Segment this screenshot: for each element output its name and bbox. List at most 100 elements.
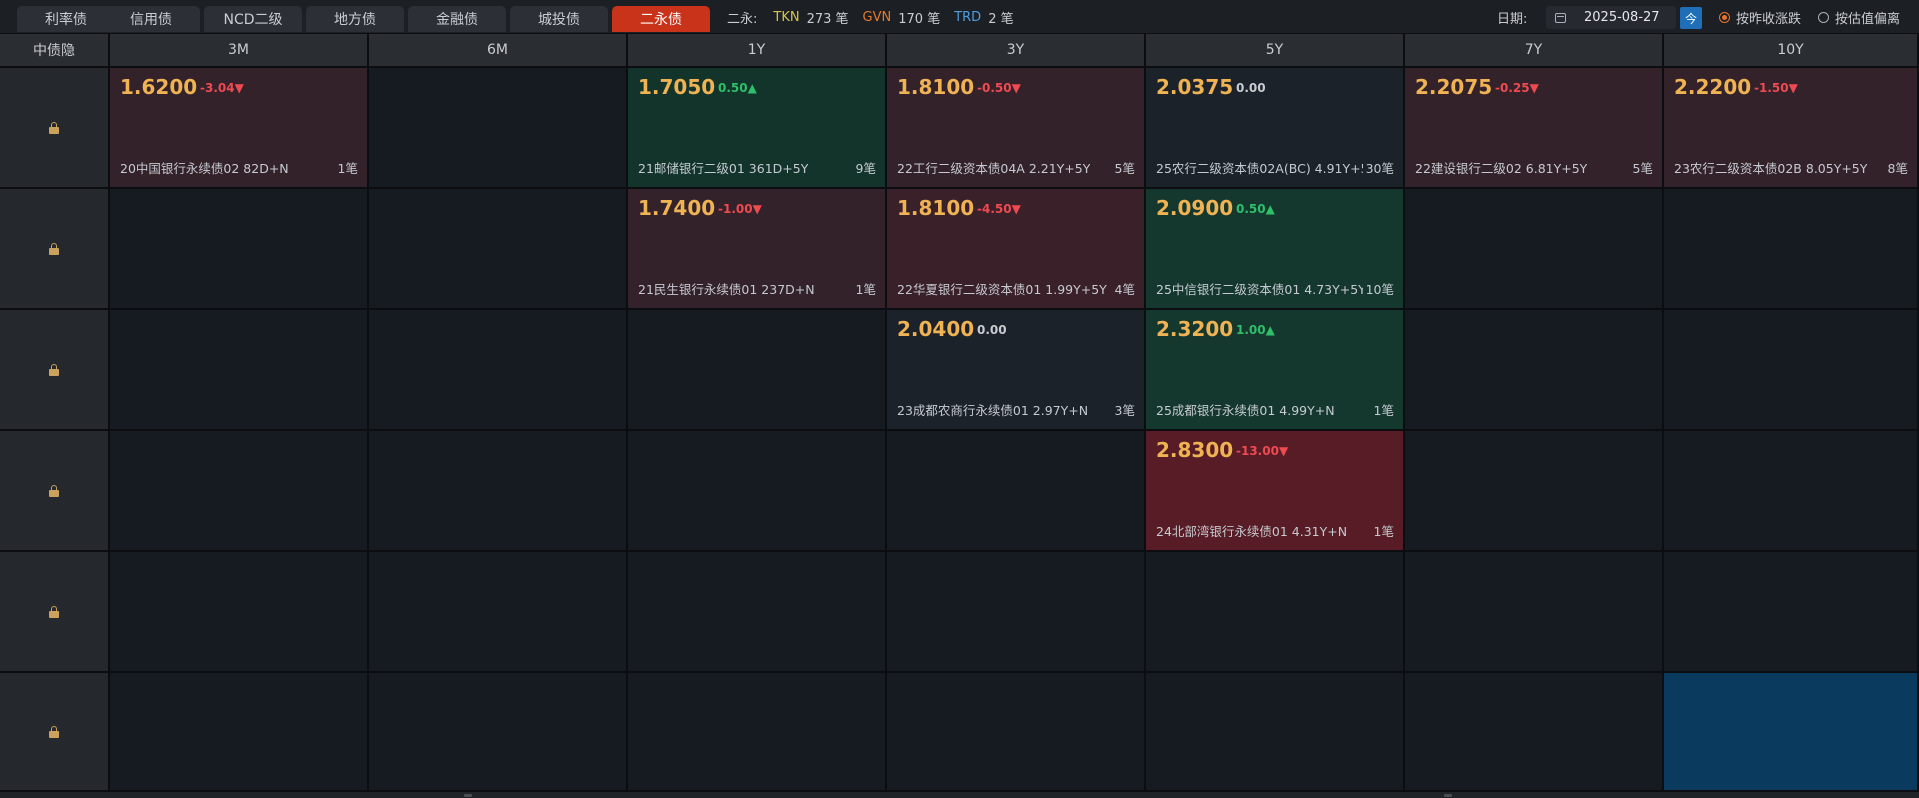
grid-cell[interactable] (1664, 310, 1919, 431)
tab-5[interactable]: 城投债 (510, 6, 608, 32)
lock-icon[interactable] (49, 605, 59, 618)
grid-cell[interactable]: 1.7400 -1.00▼ 21民生银行永续债01 237D+N 1笔 (628, 189, 887, 310)
grid-cell[interactable] (1405, 552, 1664, 673)
grid-cell[interactable] (369, 552, 628, 673)
grid-cell[interactable] (887, 552, 1146, 673)
grid-cell[interactable] (628, 310, 887, 431)
quote-change: -3.04▼ (200, 81, 244, 95)
grid-cell[interactable] (628, 431, 887, 552)
resize-handle[interactable] (1444, 794, 1452, 797)
quote-change: -4.50▼ (977, 202, 1021, 216)
grid-cell[interactable]: 1.8100 -0.50▼ 22工行二级资本债04A 2.21Y+5Y 5笔 (887, 68, 1146, 189)
row-lock-cell[interactable] (0, 310, 110, 431)
grid-cell[interactable] (1146, 673, 1405, 792)
quote-change: 0.00 (1236, 81, 1266, 95)
grid-cell[interactable]: 1.7050 0.50▲ 21邮储银行二级01 361D+5Y 9笔 (628, 68, 887, 189)
quote-price: 2.0400 (897, 317, 975, 341)
quote-change: 1.00▲ (1236, 323, 1275, 337)
grid-cell[interactable] (1664, 431, 1919, 552)
column-header-2[interactable]: 1Y (628, 34, 887, 68)
grid-cell[interactable] (369, 68, 628, 189)
grid-cell[interactable] (1664, 189, 1919, 310)
grid-cell[interactable] (1146, 552, 1405, 673)
grid-cell[interactable] (1405, 189, 1664, 310)
grid-cell[interactable]: 2.3200 1.00▲ 25成都银行永续债01 4.99Y+N 1笔 (1146, 310, 1405, 431)
column-header-1[interactable]: 6M (369, 34, 628, 68)
grid-cell[interactable] (110, 552, 369, 673)
column-header-3[interactable]: 3Y (887, 34, 1146, 68)
quote-price: 2.8300 (1156, 438, 1234, 462)
grid-cell[interactable] (369, 673, 628, 792)
lock-icon[interactable] (49, 242, 59, 255)
row-lock-cell[interactable] (0, 673, 110, 792)
lock-icon[interactable] (49, 363, 59, 376)
stats-code-trd: TRD (954, 9, 982, 25)
grid-cell[interactable] (1405, 310, 1664, 431)
resize-handle[interactable] (464, 794, 472, 797)
sort-option-label[interactable]: 按估值偏离 (1835, 8, 1900, 27)
column-header-6[interactable]: 10Y (1664, 34, 1919, 68)
trade-count: 5笔 (1629, 158, 1653, 177)
column-header-4[interactable]: 5Y (1146, 34, 1405, 68)
grid-cell[interactable] (1664, 552, 1919, 673)
tab-1[interactable]: 信用债 (102, 6, 200, 32)
tab-3[interactable]: 地方债 (306, 6, 404, 32)
grid-cell[interactable] (1405, 673, 1664, 792)
grid-cell[interactable] (110, 189, 369, 310)
tab-2[interactable]: NCD二级 (204, 6, 302, 32)
grid-cell[interactable]: 2.0900 0.50▲ 25中信银行二级资本债01 4.73Y+5Y 10笔 (1146, 189, 1405, 310)
bond-name: 22建设银行二级02 6.81Y+5Y (1415, 161, 1588, 176)
quote-change: -0.25▼ (1495, 81, 1539, 95)
grid-cell[interactable]: 1.6200 -3.04▼ 20中国银行永续债02 82D+N 1笔 (110, 68, 369, 189)
trade-count: 1笔 (1370, 521, 1394, 540)
radio-selected-icon[interactable] (1719, 11, 1730, 23)
grid-cell[interactable] (628, 552, 887, 673)
radio-unselected-icon[interactable] (1818, 11, 1829, 23)
sort-by-prev-close-radio[interactable]: 按昨收涨跌 (1719, 0, 1801, 34)
row-lock-cell[interactable] (0, 68, 110, 189)
grid-cell[interactable]: 2.2075 -0.25▼ 22建设银行二级02 6.81Y+5Y 5笔 (1405, 68, 1664, 189)
grid-cell[interactable] (628, 673, 887, 792)
grid-cell[interactable]: 2.0400 0.00 23成都农商行永续债01 2.97Y+N 3笔 (887, 310, 1146, 431)
grid-cell[interactable] (369, 310, 628, 431)
lock-icon[interactable] (49, 725, 59, 738)
row-lock-cell[interactable] (0, 189, 110, 310)
grid-cell[interactable] (110, 431, 369, 552)
quote-price: 1.6200 (120, 75, 198, 99)
today-button[interactable]: 今 (1680, 7, 1702, 29)
tab-6[interactable]: 二永债 (612, 6, 710, 32)
row-lock-cell[interactable] (0, 431, 110, 552)
bond-name: 25成都银行永续债01 4.99Y+N (1156, 403, 1335, 418)
bond-name: 21民生银行永续债01 237D+N (638, 282, 815, 297)
quote-price: 2.0900 (1156, 196, 1234, 220)
calendar-icon[interactable] (1555, 12, 1566, 23)
grid-cell[interactable] (369, 189, 628, 310)
column-header-0[interactable]: 3M (110, 34, 369, 68)
grid-cell[interactable] (369, 431, 628, 552)
lock-icon[interactable] (49, 121, 59, 134)
grid-cell[interactable]: 2.2200 -1.50▼ 23农行二级资本债02B 8.05Y+5Y 8笔 (1664, 68, 1919, 189)
stats-count-trd: 2 笔 (988, 11, 1014, 27)
grid-cell[interactable] (1405, 431, 1664, 552)
date-picker[interactable]: 2025-08-27 (1546, 6, 1676, 29)
lock-icon[interactable] (49, 484, 59, 497)
grid-cell[interactable] (887, 673, 1146, 792)
grid-cell[interactable]: 2.8300 -13.00▼ 24北部湾银行永续债01 4.31Y+N 1笔 (1146, 431, 1405, 552)
sort-by-valuation-radio[interactable]: 按估值偏离 (1818, 0, 1900, 34)
tab-0[interactable]: 利率债 (17, 6, 115, 32)
grid-cell[interactable] (887, 431, 1146, 552)
trade-stats: 二永: TKN 273 笔 GVN 170 笔 TRD 2 笔 (727, 0, 1028, 34)
column-header-5[interactable]: 7Y (1405, 34, 1664, 68)
grid-cell[interactable] (1664, 673, 1919, 792)
grid-cell[interactable] (110, 310, 369, 431)
bottom-scroll-strip (0, 792, 1919, 798)
trade-count: 4笔 (1111, 279, 1135, 298)
row-lock-cell[interactable] (0, 552, 110, 673)
grid-cell[interactable]: 2.0375 0.00 25农行二级资本债02A(BC) 4.91Y+5Y 30笔 (1146, 68, 1405, 189)
sort-option-label[interactable]: 按昨收涨跌 (1736, 8, 1801, 27)
trade-count: 8笔 (1884, 158, 1908, 177)
grid-cell[interactable] (110, 673, 369, 792)
date-value[interactable]: 2025-08-27 (1584, 10, 1660, 25)
tab-4[interactable]: 金融债 (408, 6, 506, 32)
grid-cell[interactable]: 1.8100 -4.50▼ 22华夏银行二级资本债01 1.99Y+5Y 4笔 (887, 189, 1146, 310)
